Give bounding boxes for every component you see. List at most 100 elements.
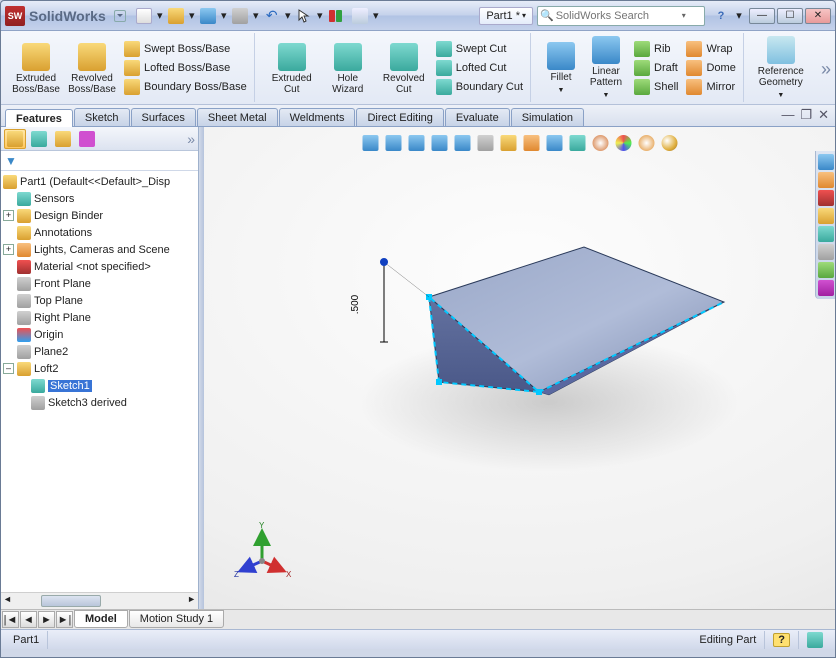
boundary-cut-button[interactable]: Boundary Cut: [433, 78, 526, 96]
print-button[interactable]: [228, 5, 252, 27]
tab-nav-next[interactable]: ►: [38, 611, 55, 628]
tree-annotations[interactable]: Annotations: [1, 224, 198, 241]
tab-direct-editing[interactable]: Direct Editing: [356, 108, 443, 126]
minimize-button[interactable]: —: [749, 8, 775, 24]
tab-evaluate[interactable]: Evaluate: [445, 108, 510, 126]
app-menu-dropdown[interactable]: [114, 10, 126, 22]
extruded-cut-button[interactable]: Extruded Cut: [265, 41, 319, 95]
swept-cut-button[interactable]: Swept Cut: [433, 40, 526, 58]
horizontal-scrollbar[interactable]: ◄ ►: [1, 592, 198, 609]
property-manager-tab[interactable]: [28, 129, 50, 149]
feature-tree[interactable]: Part1 (Default<<Default>_Disp Sensors +D…: [1, 171, 198, 592]
filter-bar[interactable]: ▼: [1, 151, 198, 171]
revolved-cut-button[interactable]: Revolved Cut: [377, 41, 431, 95]
shell-button[interactable]: Shell: [631, 78, 681, 96]
tab-sheet-metal[interactable]: Sheet Metal: [197, 108, 278, 126]
tree-root[interactable]: Part1 (Default<<Default>_Disp: [1, 173, 198, 190]
tab-surfaces[interactable]: Surfaces: [131, 108, 196, 126]
linear-pattern-button[interactable]: Linear Pattern▼: [583, 34, 629, 101]
orientation-triad[interactable]: X Y Z: [232, 519, 292, 579]
lofted-boss-button[interactable]: Lofted Boss/Base: [121, 59, 250, 77]
tab-simulation[interactable]: Simulation: [511, 108, 584, 126]
reference-geometry-button[interactable]: Reference Geometry▼: [754, 34, 808, 101]
expand-icon[interactable]: +: [3, 244, 14, 255]
save-button[interactable]: [196, 5, 220, 27]
hole-wizard-button[interactable]: Hole Wizard: [321, 41, 375, 95]
doc-minimize-button[interactable]: —: [781, 107, 794, 123]
task-pane-appearances-button[interactable]: [818, 226, 834, 242]
tab-model[interactable]: Model: [74, 610, 128, 628]
tab-nav-prev[interactable]: ◄: [20, 611, 37, 628]
tab-weldments[interactable]: Weldments: [279, 108, 356, 126]
tree-plane2[interactable]: Plane2: [1, 343, 198, 360]
expand-icon[interactable]: +: [3, 210, 14, 221]
select-button[interactable]: [292, 5, 316, 27]
task-pane-file-explorer-button[interactable]: [818, 190, 834, 206]
configuration-manager-tab[interactable]: [52, 129, 74, 149]
save-dropdown[interactable]: ▾: [220, 5, 228, 27]
new-dropdown[interactable]: ▾: [156, 5, 164, 27]
search-dropdown[interactable]: ▾: [682, 11, 686, 20]
select-dropdown[interactable]: ▾: [316, 5, 324, 27]
panel-overflow-button[interactable]: »: [187, 131, 195, 147]
maximize-button[interactable]: ☐: [777, 8, 803, 24]
task-pane-resources-button[interactable]: [818, 154, 834, 170]
help-button[interactable]: ?: [709, 5, 733, 27]
task-pane-custom-props-button[interactable]: [818, 244, 834, 260]
tree-sketch3-derived[interactable]: Sketch3 derived: [1, 394, 198, 411]
tree-right-plane[interactable]: Right Plane: [1, 309, 198, 326]
options-button[interactable]: [348, 5, 372, 27]
tree-sensors[interactable]: Sensors: [1, 190, 198, 207]
tree-top-plane[interactable]: Top Plane: [1, 292, 198, 309]
open-dropdown[interactable]: ▾: [188, 5, 196, 27]
rebuild-button[interactable]: [324, 5, 348, 27]
search-box[interactable]: 🔍 ▾: [537, 6, 705, 26]
tree-material[interactable]: Material <not specified>: [1, 258, 198, 275]
task-pane-view-palette-button[interactable]: [818, 208, 834, 224]
revolved-boss-button[interactable]: Revolved Boss/Base: [65, 41, 119, 95]
dome-button[interactable]: Dome: [683, 59, 738, 77]
tree-lights[interactable]: +Lights, Cameras and Scene: [1, 241, 198, 258]
task-pane-button-7[interactable]: [818, 262, 834, 278]
swept-boss-button[interactable]: Swept Boss/Base: [121, 40, 250, 58]
tree-origin[interactable]: Origin: [1, 326, 198, 343]
feature-manager-tab[interactable]: [4, 129, 26, 149]
tree-sketch1[interactable]: Sketch1: [1, 377, 198, 394]
open-button[interactable]: [164, 5, 188, 27]
doc-restore-button[interactable]: ❐: [800, 107, 812, 123]
tree-design-binder[interactable]: +Design Binder: [1, 207, 198, 224]
rib-button[interactable]: Rib: [631, 40, 681, 58]
wrap-button[interactable]: Wrap: [683, 40, 738, 58]
search-input[interactable]: [554, 10, 682, 22]
status-help-button[interactable]: ?: [765, 631, 799, 649]
task-pane-button-8[interactable]: [818, 280, 834, 296]
tab-sketch[interactable]: Sketch: [74, 108, 130, 126]
draft-button[interactable]: Draft: [631, 59, 681, 77]
dimension-label[interactable]: .500: [350, 295, 361, 314]
tab-nav-last[interactable]: ►|: [56, 611, 73, 628]
tab-nav-first[interactable]: |◄: [2, 611, 19, 628]
dimxpert-manager-tab[interactable]: [76, 129, 98, 149]
undo-dropdown[interactable]: ▾: [284, 5, 292, 27]
document-title[interactable]: Part1 * ▾: [479, 7, 533, 25]
boundary-boss-button[interactable]: Boundary Boss/Base: [121, 78, 250, 96]
task-pane-design-library-button[interactable]: [818, 172, 834, 188]
close-button[interactable]: ✕: [805, 8, 831, 24]
tab-features[interactable]: Features: [5, 109, 73, 127]
status-unit-button[interactable]: [799, 631, 831, 649]
undo-button[interactable]: ↶: [260, 5, 284, 27]
help-dropdown[interactable]: ▾: [735, 5, 743, 27]
doc-close-button[interactable]: ✕: [818, 107, 829, 123]
tree-loft2[interactable]: –Loft2: [1, 360, 198, 377]
tree-front-plane[interactable]: Front Plane: [1, 275, 198, 292]
options-dropdown[interactable]: ▾: [372, 5, 380, 27]
tab-motion-study[interactable]: Motion Study 1: [129, 610, 224, 628]
ribbon-overflow-button[interactable]: »: [821, 59, 831, 80]
print-dropdown[interactable]: ▾: [252, 5, 260, 27]
new-button[interactable]: [132, 5, 156, 27]
fillet-button[interactable]: Fillet▼: [541, 40, 581, 96]
scrollbar-thumb[interactable]: [41, 595, 101, 607]
extruded-boss-button[interactable]: Extruded Boss/Base: [9, 41, 63, 95]
graphics-viewport[interactable]: .500 X Y Z: [204, 127, 835, 609]
lofted-cut-button[interactable]: Lofted Cut: [433, 59, 526, 77]
